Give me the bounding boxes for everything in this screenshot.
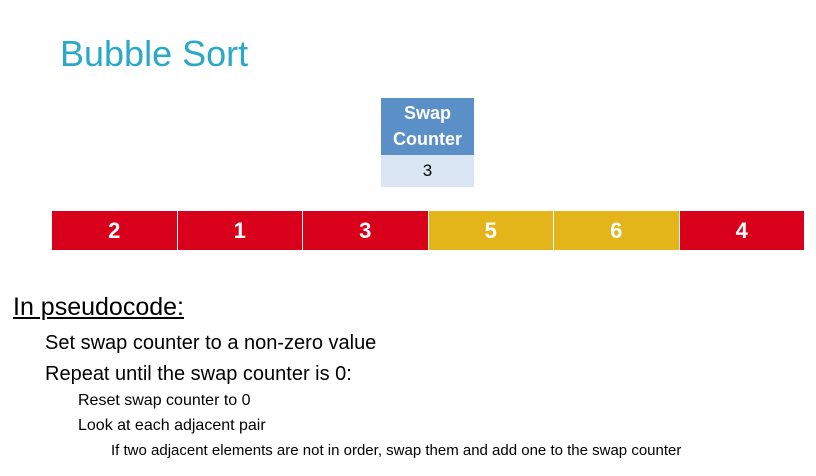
slide-title: Bubble Sort — [60, 33, 249, 74]
swap-counter-box: Swap Counter 3 — [381, 98, 474, 187]
array-cell-4: 5 — [428, 211, 554, 250]
pseudocode-line-4: Look at each adjacent pair — [78, 417, 266, 434]
array-cell-6: 4 — [679, 211, 804, 250]
pseudocode-line-1: Set swap counter to a non-zero value — [45, 332, 377, 354]
pseudocode-heading: In pseudocode: — [13, 293, 184, 321]
swap-counter-label-line2: Counter — [393, 129, 462, 149]
pseudocode-line-5: If two adjacent elements are not in orde… — [111, 442, 682, 459]
array-cell-3: 3 — [303, 211, 429, 250]
pseudocode-line-2: Repeat until the swap counter is 0: — [45, 363, 352, 385]
array-cell-5: 6 — [554, 211, 680, 250]
swap-counter-label-line1: Swap — [403, 103, 451, 123]
swap-counter-value: 3 — [381, 155, 474, 187]
array-row: 2 1 3 5 6 4 — [52, 211, 804, 250]
pseudocode-line-3: Reset swap counter to 0 — [78, 392, 251, 409]
swap-counter-header: Swap Counter — [381, 98, 474, 155]
array-cell-2: 1 — [177, 211, 303, 250]
array-cell-1: 2 — [52, 211, 178, 250]
